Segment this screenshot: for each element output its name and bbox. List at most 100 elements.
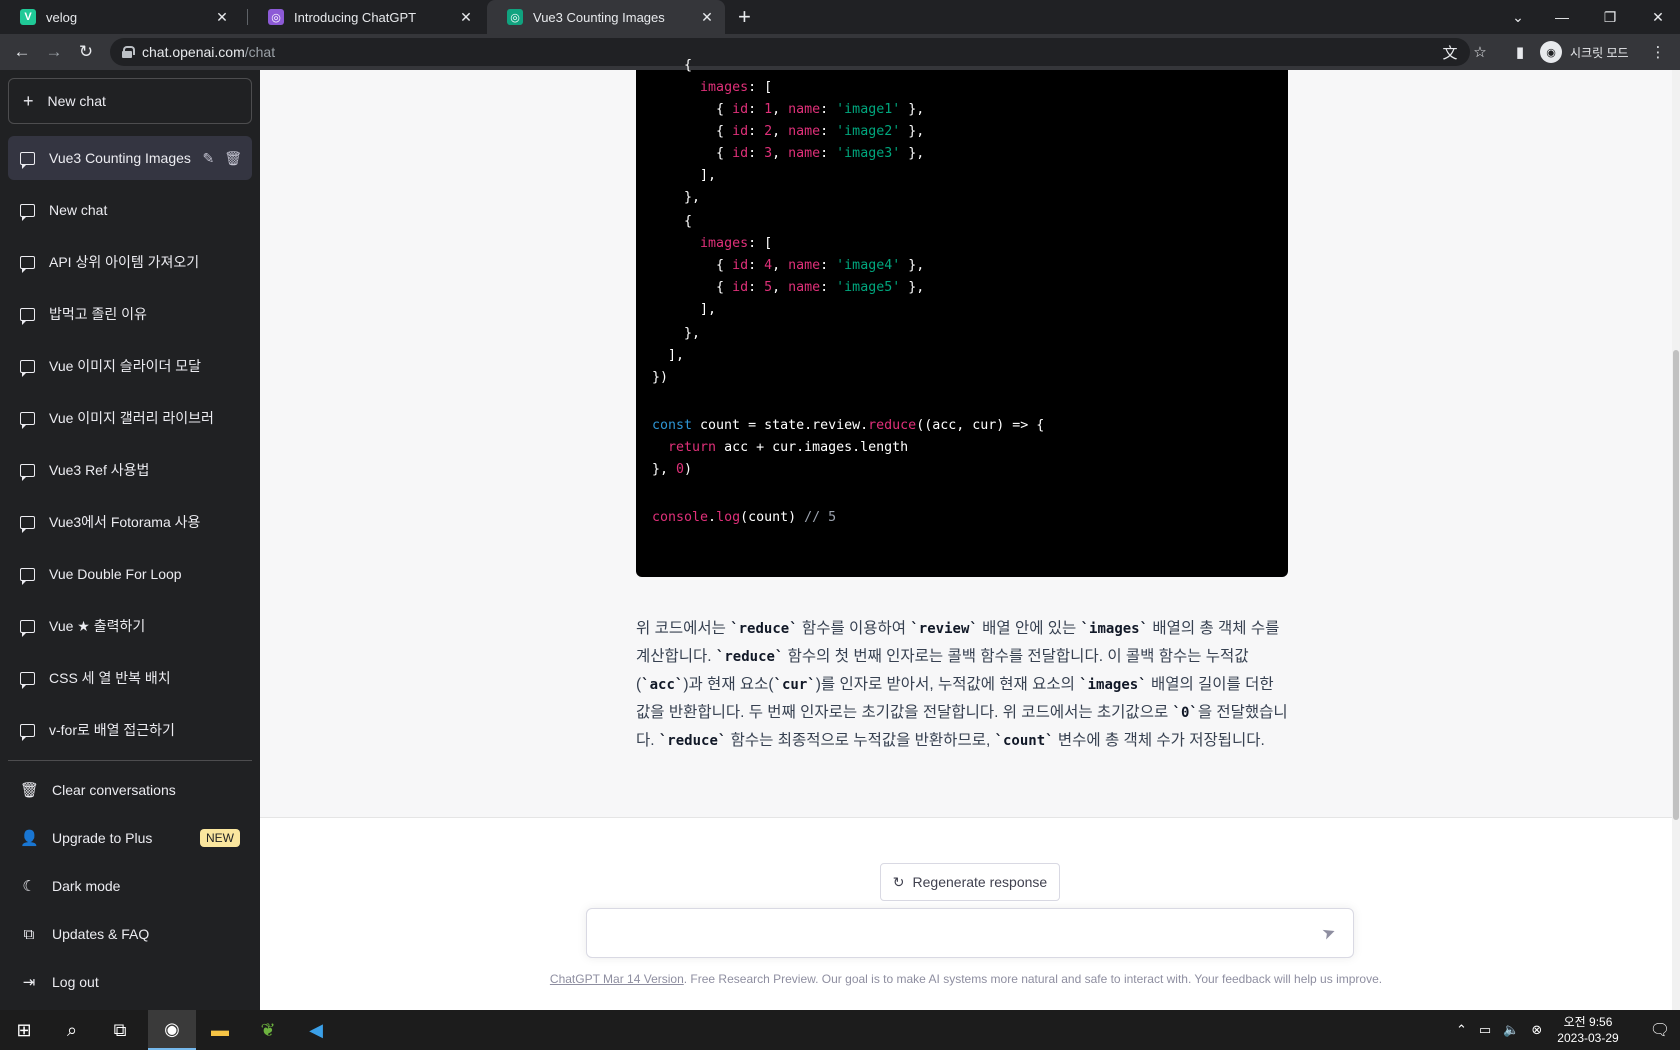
conversation-item[interactable]: Vue Double For Loop <box>8 552 252 596</box>
code-line: { id: 2, name: 'image2' }, <box>652 124 925 139</box>
conversation-title: Vue 이미지 갤러리 라이브러 <box>49 410 214 426</box>
tab-search-chevron-icon[interactable]: ⌄ <box>1496 0 1540 34</box>
restore-icon[interactable]: ❐ <box>1588 0 1632 34</box>
close-icon[interactable]: ✕ <box>458 9 474 26</box>
version-link[interactable]: ChatGPT Mar 14 Version <box>550 972 684 986</box>
trash-icon: 🗑 <box>20 782 40 799</box>
tab-title: Vue3 Counting Images <box>533 9 665 25</box>
external-link-icon: ⧉ <box>23 925 35 943</box>
conversation-title: v-for로 배열 접근하기 <box>49 722 175 738</box>
notification-icon[interactable]: 🗨 <box>1636 1010 1680 1050</box>
browser-menu-icon[interactable]: ⋮ <box>1646 40 1670 64</box>
conversation-item[interactable]: Vue3 Ref 사용법 <box>8 448 252 492</box>
reload-icon[interactable]: ↻ <box>74 40 98 64</box>
close-icon[interactable]: ✕ <box>699 9 715 26</box>
forward-arrow-icon[interactable]: → <box>42 40 66 64</box>
scrollbar-thumb[interactable] <box>1673 350 1679 820</box>
trash-icon[interactable]: 🗑 <box>224 150 242 167</box>
message-input[interactable] <box>601 921 1291 947</box>
url-host: chat.openai.com <box>142 44 245 60</box>
tab-velog[interactable]: V velog ✕ <box>0 0 240 34</box>
chat-bubble-icon <box>20 619 35 637</box>
code-line: { id: 3, name: 'image3' }, <box>652 146 925 161</box>
spring-tool-icon[interactable]: ❦ <box>244 1010 292 1050</box>
log-out-button[interactable]: ⇥ Log out <box>8 958 252 1006</box>
footer-note: ChatGPT Mar 14 Version. Free Research Pr… <box>260 972 1672 986</box>
regenerate-label: Regenerate response <box>912 874 1048 890</box>
url-input[interactable]: chat.openai.com/chat <box>110 38 1470 66</box>
vscode-icon[interactable]: ◀ <box>292 1010 340 1050</box>
code-line: }, 0) <box>652 462 693 477</box>
upgrade-label: Upgrade to Plus <box>52 830 153 846</box>
chat-bubble-icon <box>20 463 35 481</box>
conversation-item[interactable]: New chat <box>8 188 252 232</box>
conversation-item[interactable]: Vue ★ 출력하기 <box>8 604 252 648</box>
chat-bubble-icon <box>20 359 35 377</box>
conversation-item[interactable]: CSS 세 열 반복 배치 <box>8 656 252 700</box>
file-explorer-icon[interactable]: ▬ <box>196 1010 244 1050</box>
upgrade-to-plus-button[interactable]: 👤 Upgrade to Plus NEW <box>8 814 252 862</box>
velog-favicon-icon: V <box>20 9 36 25</box>
chat-bubble-icon <box>20 723 35 741</box>
conversation-item[interactable]: 밥먹고 졸린 이유 <box>8 292 252 336</box>
chrome-icon[interactable]: ◉ <box>148 1010 196 1050</box>
edit-pencil-icon[interactable]: ✎ <box>202 150 214 167</box>
conversation-title: Vue 이미지 슬라이더 모달 <box>49 358 201 374</box>
browser-tab-bar: V velog ✕ ◎ Introducing ChatGPT ✕ ◎ Vue3… <box>0 0 1680 34</box>
code-block: { images: [ { id: 1, name: 'image1' }, {… <box>636 58 1288 577</box>
conversation-title: CSS 세 열 반복 배치 <box>49 670 171 686</box>
dark-mode-button[interactable]: ☾ Dark mode <box>8 862 252 910</box>
tray-chevron-up-icon[interactable]: ⌃ <box>1456 1022 1467 1038</box>
chat-bubble-icon <box>20 515 35 533</box>
conversation-item[interactable]: Vue 이미지 슬라이더 모달 <box>8 344 252 388</box>
tab-vue3-counting-images[interactable]: ◎ Vue3 Counting Images ✕ <box>487 0 725 34</box>
search-icon[interactable]: ⌕ <box>48 1010 96 1050</box>
clear-conversations-button[interactable]: 🗑 Clear conversations <box>8 766 252 814</box>
task-view-icon[interactable]: ⧉ <box>96 1010 144 1050</box>
bookmark-star-icon[interactable]: ☆ <box>1468 40 1492 64</box>
network-icon[interactable]: ▭ <box>1479 1022 1491 1038</box>
conversation-title: Vue3 Counting Images <box>49 150 191 166</box>
code-line: ], <box>652 348 685 363</box>
openai-favicon-icon: ◎ <box>268 9 284 25</box>
incognito-profile-button[interactable]: ◉ 시크릿 모드 <box>1540 40 1629 64</box>
sidebar: + New chat Vue3 Counting Images ✎ 🗑 New … <box>0 70 260 1010</box>
regenerate-response-button[interactable]: ↻ Regenerate response <box>880 863 1060 901</box>
message-composer[interactable]: ➤ <box>586 908 1354 958</box>
sidebar-divider <box>8 760 252 761</box>
tab-introducing-chatgpt[interactable]: ◎ Introducing ChatGPT ✕ <box>248 0 484 34</box>
refresh-icon: ↻ <box>892 873 905 890</box>
assistant-response: { images: [ { id: 1, name: 'image1' }, {… <box>260 58 1672 818</box>
code-line: images: [ <box>700 236 773 251</box>
new-chat-button[interactable]: + New chat <box>8 78 252 124</box>
code-line: console.log(count) // 5 <box>652 510 837 525</box>
volume-icon[interactable]: 🔈 <box>1503 1022 1519 1038</box>
tab-title: velog <box>46 9 78 25</box>
incognito-icon: ◉ <box>1540 41 1562 63</box>
close-icon[interactable]: ✕ <box>214 9 230 26</box>
code-line: { <box>652 58 693 73</box>
back-arrow-icon[interactable]: ← <box>10 40 34 64</box>
muted-mic-icon[interactable]: ⊗ <box>1531 1022 1542 1038</box>
translate-icon[interactable]: 文 <box>1438 40 1462 64</box>
conversation-title: Vue3에서 Fotorama 사용 <box>49 514 201 530</box>
taskbar-clock[interactable]: 오전 9:56 2023-03-29 <box>1548 1014 1628 1046</box>
window-close-icon[interactable]: ✕ <box>1636 0 1680 34</box>
conversation-item-active[interactable]: Vue3 Counting Images ✎ 🗑 <box>8 136 252 180</box>
chat-bubble-icon <box>20 203 35 221</box>
scrollbar[interactable] <box>1672 70 1680 1010</box>
conversation-item[interactable]: Vue 이미지 갤러리 라이브러 <box>8 396 252 440</box>
conversation-item[interactable]: Vue3에서 Fotorama 사용 <box>8 500 252 544</box>
windows-start-icon[interactable]: ⊞ <box>0 1010 48 1050</box>
dark-mode-label: Dark mode <box>52 878 121 894</box>
system-tray: ⌃ ▭ 🔈 ⊗ <box>1456 1010 1542 1050</box>
conversation-item[interactable]: API 상위 아이템 가져오기 <box>8 240 252 284</box>
updates-faq-link[interactable]: ⧉ Updates & FAQ <box>8 910 252 958</box>
new-tab-plus-icon[interactable]: + <box>738 4 751 30</box>
code-line: const count = state.review.reduce((acc, … <box>652 418 1045 433</box>
send-paper-plane-icon[interactable]: ➤ <box>1316 920 1342 946</box>
minimize-icon[interactable]: — <box>1540 0 1584 34</box>
conversation-item[interactable]: v-for로 배열 접근하기 <box>8 708 252 752</box>
user-icon: 👤 <box>20 830 39 847</box>
side-panel-icon[interactable]: ▮ <box>1508 40 1532 64</box>
